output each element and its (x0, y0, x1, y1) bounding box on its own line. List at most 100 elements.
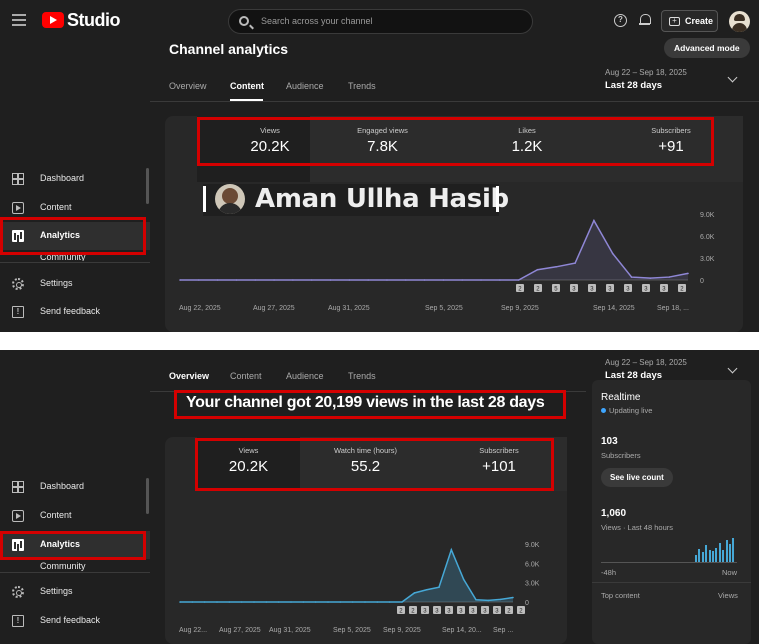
top-content-views-label: Views (718, 591, 738, 600)
series-area (180, 549, 513, 602)
data-point (339, 601, 342, 603)
data-point (351, 601, 354, 603)
views-line-chart: 9.0K6.0K3.0K02 2 5 3 3 3 3 3 3 2Aug 22, 2025 Aug 2… (179, 212, 715, 312)
y-tick-label: 0 (700, 278, 704, 285)
sidebar-item-label: Dashboard (40, 481, 85, 491)
y-tick-label: 0 (525, 600, 529, 607)
sidebar-item-community[interactable]: Community (0, 560, 150, 571)
y-tick-label: 3.0K (700, 256, 715, 263)
sidebar-item-settings[interactable]: Settings (0, 578, 150, 606)
content-icon (12, 202, 24, 214)
sidebar-item-feedback[interactable]: ! Send feedback (0, 298, 150, 326)
watermark-name: Aman Ullha Hasib (255, 184, 509, 214)
tab-content[interactable]: Content (230, 81, 264, 91)
data-point (388, 601, 391, 603)
data-point (630, 276, 633, 278)
analytics-overview-panel: Dashboard Content Analytics Community Se… (0, 350, 759, 644)
tab-audience[interactable]: Audience (286, 81, 324, 91)
sidebar-item-feedback[interactable]: ! Send feedback (0, 607, 150, 635)
realtime-axis-right: Now (722, 568, 738, 577)
chevron-down-icon[interactable] (727, 72, 738, 83)
x-tick-label: Sep 14, 20... (442, 627, 482, 634)
highlight-analytics (0, 217, 146, 255)
y-tick-label: 9.0K (700, 212, 715, 219)
realtime-bar (729, 544, 731, 562)
create-button[interactable]: + Create (661, 10, 718, 32)
tabs-divider (150, 101, 759, 102)
data-point (512, 596, 514, 599)
search-placeholder: Search across your channel (261, 16, 373, 26)
realtime-views-count: 1,060 (601, 508, 627, 519)
data-point (687, 272, 689, 275)
bell-icon[interactable] (639, 14, 651, 26)
sidebar-scrollbar[interactable] (146, 478, 149, 514)
tab-audience[interactable]: Audience (286, 371, 324, 381)
top-content-label: Top content (601, 591, 640, 600)
x-tick-label: Sep ... (493, 627, 513, 634)
tab-trends[interactable]: Trends (348, 81, 376, 91)
data-point (273, 279, 275, 281)
realtime-bar (698, 548, 701, 562)
sidebar-item-label: Settings (40, 278, 73, 288)
sidebar-item-label: Send feedback (40, 615, 101, 625)
content-icon (12, 510, 24, 522)
sidebar-item-settings[interactable]: Settings (0, 270, 150, 298)
see-live-count-button[interactable]: See live count (601, 468, 673, 487)
help-icon[interactable]: ? (614, 14, 627, 27)
data-point (461, 279, 464, 281)
y-tick-label: 6.0K (525, 561, 540, 568)
data-point (517, 279, 520, 281)
data-point (450, 549, 453, 551)
x-tick-label: Aug 27, 2025 (219, 627, 261, 634)
x-tick-label: Sep 14, 2025 (593, 305, 635, 312)
data-point (593, 219, 595, 222)
top-bar: Studio Search across your channel ? + Cr… (0, 0, 759, 44)
y-tick-label: 9.0K (525, 542, 540, 549)
date-range: Aug 22 – Sep 18, 2025 (605, 358, 687, 367)
chevron-down-icon[interactable] (727, 363, 738, 374)
x-tick-label: Aug 31, 2025 (269, 627, 311, 634)
data-point (475, 598, 477, 601)
tab-overview[interactable]: Overview (169, 371, 209, 381)
x-tick-label: Aug 31, 2025 (328, 305, 370, 312)
watermark-photo (215, 184, 245, 214)
realtime-bar (722, 550, 725, 562)
data-point (611, 252, 614, 255)
search-input[interactable]: Search across your channel (228, 9, 533, 34)
series-area (180, 220, 688, 280)
data-point (487, 599, 490, 602)
sidebar: Dashboard Content Analytics Community Se… (0, 44, 150, 332)
realtime-bar (725, 540, 728, 562)
x-tick-label: Aug 27, 2025 (253, 305, 295, 312)
menu-icon[interactable] (12, 14, 26, 26)
sidebar-item-label: Settings (40, 586, 73, 596)
x-tick-label: Sep 9, 2025 (501, 305, 539, 312)
advanced-mode-button[interactable]: Advanced mode (664, 38, 750, 58)
data-point (277, 601, 280, 603)
avatar[interactable] (729, 11, 750, 32)
data-point (329, 279, 332, 281)
sidebar-item-content[interactable]: Content (0, 502, 150, 530)
tab-trends[interactable]: Trends (348, 371, 376, 381)
studio-logo-text: Studio (67, 10, 121, 30)
sidebar-scrollbar[interactable] (146, 168, 149, 204)
data-point (367, 279, 369, 281)
highlight-metrics (197, 117, 714, 166)
data-point (649, 277, 652, 279)
x-tick-label: Sep 18, ... (657, 305, 689, 312)
gear-icon (12, 278, 24, 290)
realtime-subs-label: Subscribers (601, 451, 641, 460)
youtube-logo-icon[interactable] (42, 12, 64, 28)
realtime-bar (705, 545, 708, 562)
sidebar-item-dashboard[interactable]: Dashboard (0, 473, 150, 501)
sidebar-item-label: Community (40, 561, 86, 571)
data-point (290, 601, 292, 603)
realtime-axis (601, 562, 737, 563)
data-point (235, 279, 238, 281)
realtime-title: Realtime (601, 392, 641, 403)
tab-overview[interactable]: Overview (169, 81, 207, 91)
period-selector[interactable]: Last 28 days (605, 80, 662, 91)
sidebar-item-dashboard[interactable]: Dashboard (0, 165, 150, 193)
realtime-bar-chart (601, 530, 737, 562)
tab-content[interactable]: Content (230, 371, 262, 381)
